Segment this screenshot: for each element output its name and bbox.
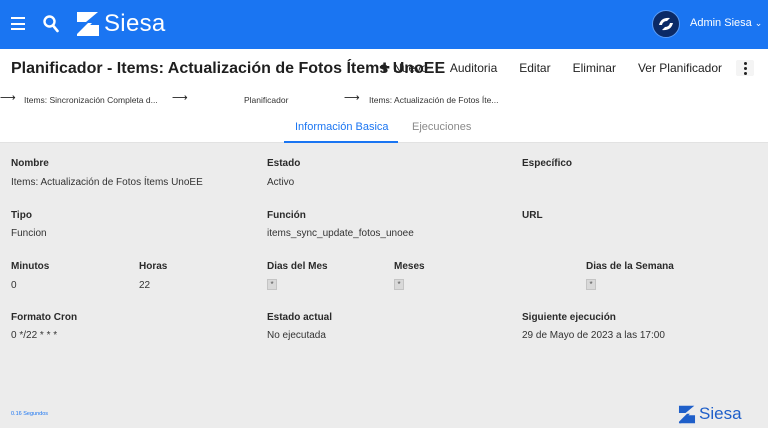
horas-label: Horas xyxy=(139,261,168,272)
breadcrumb: ⟶ Items: Sincronización Completa d... ⟶ … xyxy=(0,89,768,111)
new-button-label: Nuevo xyxy=(393,61,428,75)
menu-icon[interactable] xyxy=(11,17,25,30)
plus-icon: ✚ xyxy=(379,60,391,75)
load-time-note: 0.16 Segundos xyxy=(11,411,49,417)
chevron-down-icon: ⌄ xyxy=(754,17,763,28)
formato-cron-label: Formato Cron xyxy=(11,312,78,323)
more-options-icon[interactable] xyxy=(736,60,754,76)
arrow-right-icon: ⟶ xyxy=(0,92,16,104)
tipo-value: Funcion xyxy=(11,228,47,239)
edit-button[interactable]: Editar xyxy=(519,61,550,75)
estado-value: Activo xyxy=(267,177,295,188)
tab-executions[interactable]: Ejecuciones xyxy=(412,121,471,133)
siesa-logo[interactable]: Siesa xyxy=(76,10,166,38)
breadcrumb-item[interactable]: Items: Actualización de Fotos Íte... xyxy=(369,95,498,105)
footer-logo-text: Siesa xyxy=(699,404,742,423)
nombre-label: Nombre xyxy=(11,158,49,169)
action-toolbar: ✚ Nuevo Auditoria Editar Eliminar Ver Pla… xyxy=(357,60,754,76)
top-navbar: Siesa Admin Siesa ⌄ xyxy=(0,0,768,49)
user-menu[interactable]: Admin Siesa ⌄ xyxy=(690,17,762,29)
tipo-label: Tipo xyxy=(11,210,32,221)
tab-basic-info[interactable]: Información Basica xyxy=(295,121,389,133)
estado-label: Estado xyxy=(267,158,301,169)
meses-value: * xyxy=(394,279,404,290)
formato-cron-value: 0 */22 * * * xyxy=(11,330,58,341)
siesa-logo-icon xyxy=(678,405,696,423)
minutos-label: Minutos xyxy=(11,261,50,272)
dias-semana-value: * xyxy=(586,279,596,290)
logo-text: Siesa xyxy=(104,10,166,37)
avatar[interactable] xyxy=(652,10,680,38)
siguiente-value: 29 de Mayo de 2023 a las 17:00 xyxy=(522,330,665,341)
audit-button[interactable]: Auditoria xyxy=(450,61,497,75)
view-scheduler-button[interactable]: Ver Planificador xyxy=(638,61,722,75)
nombre-value: Items: Actualización de Fotos Ítems UnoE… xyxy=(11,177,203,188)
estado-actual-label: Estado actual xyxy=(267,312,333,323)
arrow-right-icon: ⟶ xyxy=(344,92,360,104)
dias-mes-value: * xyxy=(267,279,277,290)
url-label: URL xyxy=(522,210,543,221)
delete-button[interactable]: Eliminar xyxy=(573,61,616,75)
tab-bar: Información Basica Ejecuciones xyxy=(0,111,768,143)
horas-value: 22 xyxy=(139,280,151,291)
new-button[interactable]: ✚ Nuevo xyxy=(379,60,428,76)
siesa-logo-icon xyxy=(77,12,99,36)
user-name: Admin Siesa xyxy=(690,17,752,29)
minutos-value: 0 xyxy=(11,280,17,291)
dias-semana-label: Dias de la Semana xyxy=(586,261,674,272)
funcion-label: Función xyxy=(267,210,306,221)
search-icon[interactable] xyxy=(43,15,59,33)
dias-mes-label: Dias del Mes xyxy=(267,261,328,272)
avatar-icon xyxy=(659,17,673,31)
footer-logo: Siesa xyxy=(678,404,742,424)
breadcrumb-item[interactable]: Items: Sincronización Completa d... xyxy=(24,95,158,105)
breadcrumb-item[interactable]: Planificador xyxy=(244,95,288,105)
estado-actual-value: No ejecutada xyxy=(267,330,326,341)
arrow-right-icon: ⟶ xyxy=(172,92,188,104)
meses-label: Meses xyxy=(394,261,425,272)
especifico-label: Específico xyxy=(522,158,573,169)
funcion-value: items_sync_update_fotos_unoee xyxy=(267,228,414,239)
title-bar: Planificador - Items: Actualización de F… xyxy=(0,49,768,89)
siguiente-label: Siguiente ejecución xyxy=(522,312,616,323)
